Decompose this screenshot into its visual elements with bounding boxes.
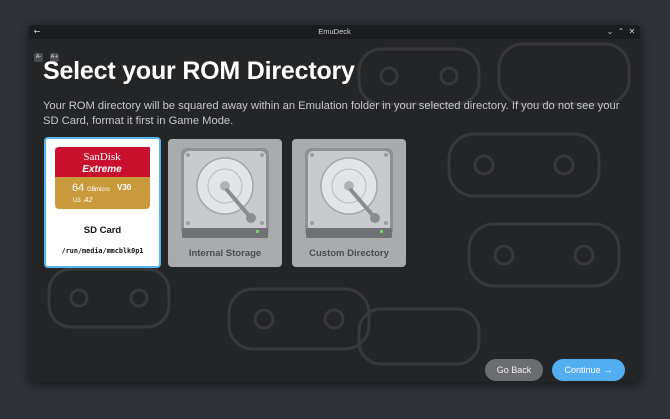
title-bar: ← EmuDeck ⌄ ⌃ ✕ <box>29 25 640 39</box>
custom-directory-label: Custom Directory <box>309 248 389 259</box>
sd-card-icon: SanDisk Extreme 64 GB micro V30 U3 A2 <box>55 147 150 209</box>
svg-text:U3: U3 <box>73 198 81 204</box>
close-icon[interactable]: ✕ <box>626 26 638 38</box>
go-back-button[interactable]: Go Back <box>485 359 543 381</box>
svg-text:A2: A2 <box>83 197 93 204</box>
emudeck-window: ← EmuDeck ⌄ ⌃ ✕ A- A+ Select your ROM Di… <box>29 25 640 382</box>
svg-text:V30: V30 <box>117 183 132 192</box>
page-description: Your ROM directory will be squared away … <box>43 100 620 127</box>
hard-drive-icon <box>305 148 393 238</box>
window-title: EmuDeck <box>318 27 351 36</box>
svg-text:micro: micro <box>95 187 110 193</box>
main-content: A- A+ Select your ROM Directory Your ROM… <box>29 39 640 382</box>
continue-label: Continue <box>564 365 601 375</box>
hard-drive-icon <box>181 148 269 238</box>
sd-card-label: SD Card <box>83 225 122 236</box>
svg-text:64: 64 <box>72 182 84 194</box>
svg-text:SanDisk: SanDisk <box>83 151 121 163</box>
sd-card-path: /run/media/mmcblk0p1 <box>61 247 144 255</box>
internal-storage-option[interactable]: Internal Storage <box>168 139 282 267</box>
svg-text:Extreme: Extreme <box>82 164 122 175</box>
continue-button[interactable]: Continue → <box>552 359 625 381</box>
sd-card-option[interactable]: SanDisk Extreme 64 GB micro V30 U3 A2 SD… <box>44 137 161 268</box>
internal-storage-label: Internal Storage <box>188 248 262 259</box>
arrow-right-icon: → <box>603 365 613 375</box>
font-decrease-button[interactable]: A- <box>34 53 43 62</box>
custom-directory-option[interactable]: Custom Directory <box>292 139 406 267</box>
page-title: Select your ROM Directory <box>43 57 355 85</box>
